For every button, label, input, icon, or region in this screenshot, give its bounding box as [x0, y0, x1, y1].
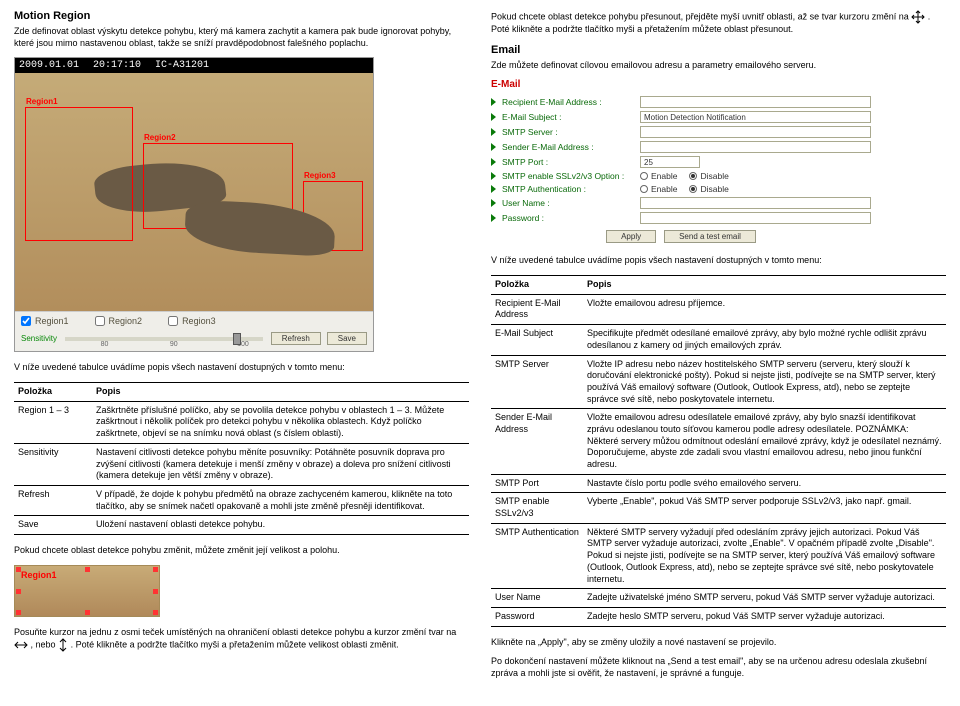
email-intro: Zde můžete definovat cílovou emailovou a… — [491, 60, 946, 72]
motion-settings-table: Položka Popis Region 1 – 3Zaškrtněte pří… — [14, 382, 469, 535]
camera-controls: Region1 Region2 Region3 Sensitivity 80 9… — [15, 311, 373, 351]
region2-checkbox[interactable]: Region2 — [95, 316, 143, 326]
table-row: RefreshV případě, že dojde k pohybu před… — [14, 485, 469, 515]
auth-radios[interactable]: EnableDisable — [640, 184, 729, 194]
region1-box[interactable]: Region1 — [25, 107, 133, 241]
test-note: Po dokončení nastavení můžete kliknout n… — [491, 656, 946, 679]
col-item: Položka — [14, 383, 92, 402]
region1-strip[interactable]: Region1 — [14, 565, 160, 617]
email-form: E-Mail Recipient E-Mail Address : E-Mail… — [491, 79, 871, 243]
camera-image: Region1 Region2 Region3 — [15, 73, 373, 311]
apply-button[interactable]: Apply — [606, 230, 656, 243]
table-row: SMTP AuthenticationNěkteré SMTP servery … — [491, 523, 946, 588]
osd-date: 2009.01.01 — [19, 60, 79, 71]
motion-region-intro: Zde definovat oblast výskytu detekce poh… — [14, 26, 469, 49]
region2-label: Region2 — [144, 133, 176, 142]
send-test-button[interactable]: Send a test email — [664, 230, 756, 243]
smtp-port-input[interactable]: 25 — [640, 156, 700, 168]
table-row: SensitivityNastavení citlivosti detekce … — [14, 443, 469, 485]
smtp-server-label: SMTP Server : — [502, 127, 634, 137]
table-row: User NameZadejte uživatelské jméno SMTP … — [491, 589, 946, 608]
table-row: Recipient E-Mail AddressVložte emailovou… — [491, 294, 946, 324]
table-row: Sender E-Mail AddressVložte emailovou ad… — [491, 409, 946, 474]
sender-label: Sender E-Mail Address : — [502, 142, 634, 152]
region1-checkbox[interactable]: Region1 — [21, 316, 69, 326]
region3-box[interactable]: Region3 — [303, 181, 363, 251]
region3-checkbox[interactable]: Region3 — [168, 316, 216, 326]
motion-region-heading: Motion Region — [14, 10, 469, 22]
camera-preview: 2009.01.01 20:17:10 IC-A31201 Region1 Re… — [14, 57, 374, 352]
osd-time: 20:17:10 — [93, 60, 141, 71]
auth-label: SMTP Authentication : — [502, 184, 634, 194]
smtp-port-label: SMTP Port : — [502, 157, 634, 167]
save-button[interactable]: Save — [327, 332, 367, 345]
email-settings-table: Položka Popis Recipient E-Mail AddressVl… — [491, 275, 946, 627]
ssl-radios[interactable]: EnableDisable — [640, 171, 729, 181]
region3-label: Region3 — [304, 171, 336, 180]
col-desc: Popis — [583, 276, 946, 295]
right-table-intro: V níže uvedené tabulce uvádíme popis vše… — [491, 255, 946, 267]
recipient-input[interactable] — [640, 96, 871, 108]
col-desc: Popis — [92, 383, 469, 402]
refresh-button[interactable]: Refresh — [271, 332, 321, 345]
user-input[interactable] — [640, 197, 871, 209]
table-row: Region 1 – 3Zaškrtněte příslušné políčko… — [14, 401, 469, 443]
subject-input[interactable]: Motion Detection Notification — [640, 111, 871, 123]
resize-note: Posuňte kurzor na jednu z osmi teček umí… — [14, 627, 469, 653]
subject-label: E-Mail Subject : — [502, 112, 634, 122]
table-row: SMTP ServerVložte IP adresu nebo název h… — [491, 355, 946, 409]
table-row: SaveUložení nastavení oblasti detekce po… — [14, 516, 469, 535]
osd-id: IC-A31201 — [155, 60, 209, 71]
recipient-label: Recipient E-Mail Address : — [502, 97, 634, 107]
ssl-label: SMTP enable SSLv2/v3 Option : — [502, 171, 634, 181]
apply-note: Klikněte na „Apply", aby se změny uložil… — [491, 637, 946, 649]
region2-box[interactable]: Region2 — [143, 143, 293, 229]
col-item: Položka — [491, 276, 583, 295]
pass-input[interactable] — [640, 212, 871, 224]
table-row: PasswordZadejte heslo SMTP serveru, poku… — [491, 607, 946, 626]
camera-osd-bar: 2009.01.01 20:17:10 IC-A31201 — [15, 58, 373, 73]
table-row: E-Mail SubjectSpecifikujte předmět odesí… — [491, 325, 946, 355]
table-row: SMTP enable SSLv2/v3Vyberte „Enable", po… — [491, 493, 946, 523]
move-note: Pokud chcete oblast detekce pohybu přesu… — [491, 10, 946, 36]
resize-vertical-icon — [58, 638, 68, 652]
change-region-note: Pokud chcete oblast detekce pohybu změni… — [14, 545, 469, 557]
pass-label: Password : — [502, 213, 634, 223]
email-form-title: E-Mail — [491, 79, 871, 90]
email-heading: Email — [491, 44, 946, 56]
left-table-intro: V níže uvedené tabulce uvádíme popis vše… — [14, 362, 469, 374]
smtp-server-input[interactable] — [640, 126, 871, 138]
region1-strip-label: Region1 — [21, 570, 57, 580]
region1-label: Region1 — [26, 97, 58, 106]
table-row: SMTP PortNastavte číslo portu podle svéh… — [491, 474, 946, 493]
sender-input[interactable] — [640, 141, 871, 153]
move-icon — [911, 10, 925, 24]
sensitivity-slider[interactable]: 80 90 100 — [65, 337, 263, 341]
resize-horizontal-icon — [14, 640, 28, 650]
sensitivity-label: Sensitivity — [21, 334, 57, 343]
user-label: User Name : — [502, 198, 634, 208]
